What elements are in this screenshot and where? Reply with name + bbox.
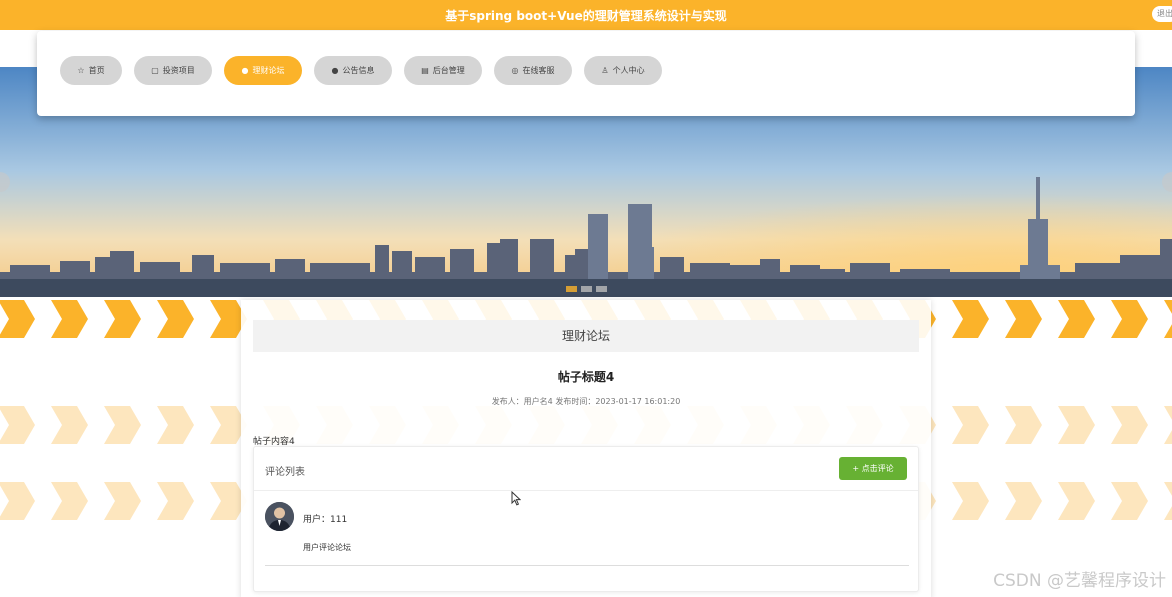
carousel-dot[interactable] [566,286,577,292]
admin-icon: ▤ [421,66,429,75]
nav-item-profile[interactable]: ♙ 个人中心 [584,56,662,85]
post-title: 帖子标题4 [557,370,615,384]
nav-item-label: 个人中心 [612,66,645,75]
nav-item-forum[interactable]: ● 理财论坛 [224,56,302,85]
star-icon: ☆ [77,66,85,75]
watermark: CSDN @艺馨程序设计 [993,571,1166,591]
forum-panel: 理财论坛 帖子标题4 发布人：用户名4 发布时间：2023-01-17 16:0… [241,300,931,597]
comment-user: 用户：111 [303,515,348,525]
top-bar: 基于spring boot+Vue的理财管理系统设计与实现 退出 [0,0,1172,30]
nav-item-label: 投资项目 [162,66,195,75]
main-nav: ☆ 首页 ▢ 投资项目 ● 理财论坛 ● 公告信息 ▤ 后台管理 ◎ 在线客服 [60,56,662,85]
briefcase-icon: ▢ [151,66,159,75]
nav-item-label: 后台管理 [432,66,465,75]
section-title: 理财论坛 [253,320,919,352]
nav-item-support[interactable]: ◎ 在线客服 [494,56,572,85]
nav-item-home[interactable]: ☆ 首页 [60,56,122,85]
dot-icon: ● [241,66,249,75]
divider [265,565,909,566]
post-meta: 发布人：用户名4 发布时间：2023-01-17 16:01:20 [491,397,681,406]
info-icon: ● [331,66,339,75]
carousel-dot[interactable] [581,286,592,292]
comment-list-header: 评论列表 + 点击评论 [254,447,918,491]
carousel-indicators [566,286,607,292]
nav-item-label: 公告信息 [342,66,375,75]
comment-text: 用户评论论坛 [303,543,351,552]
nav-item-investment[interactable]: ▢ 投资项目 [134,56,212,85]
nav-item-label: 理财论坛 [252,66,285,75]
page: 基于spring boot+Vue的理财管理系统设计与实现 退出 ☆ 首页 ▢ … [0,0,1172,597]
headset-icon: ◎ [511,66,519,75]
logout-button[interactable]: 退出 [1152,6,1172,22]
comment-list-title: 评论列表 [265,467,305,478]
avatar-image [265,502,294,531]
carousel-dot[interactable] [596,286,607,292]
user-icon: ♙ [601,66,609,75]
site-title: 基于spring boot+Vue的理财管理系统设计与实现 [445,9,727,23]
nav-item-label: 首页 [88,66,105,75]
nav-item-announcements[interactable]: ● 公告信息 [314,56,392,85]
mouse-cursor-icon [511,491,521,506]
nav-card: ☆ 首页 ▢ 投资项目 ● 理财论坛 ● 公告信息 ▤ 后台管理 ◎ 在线客服 [37,31,1135,116]
nav-item-label: 在线客服 [522,66,555,75]
add-comment-button[interactable]: + 点击评论 [839,457,907,480]
comment-list: 评论列表 + 点击评论 用户：111 用户评论论坛 [253,446,919,592]
nav-item-admin[interactable]: ▤ 后台管理 [404,56,482,85]
avatar [265,502,294,531]
